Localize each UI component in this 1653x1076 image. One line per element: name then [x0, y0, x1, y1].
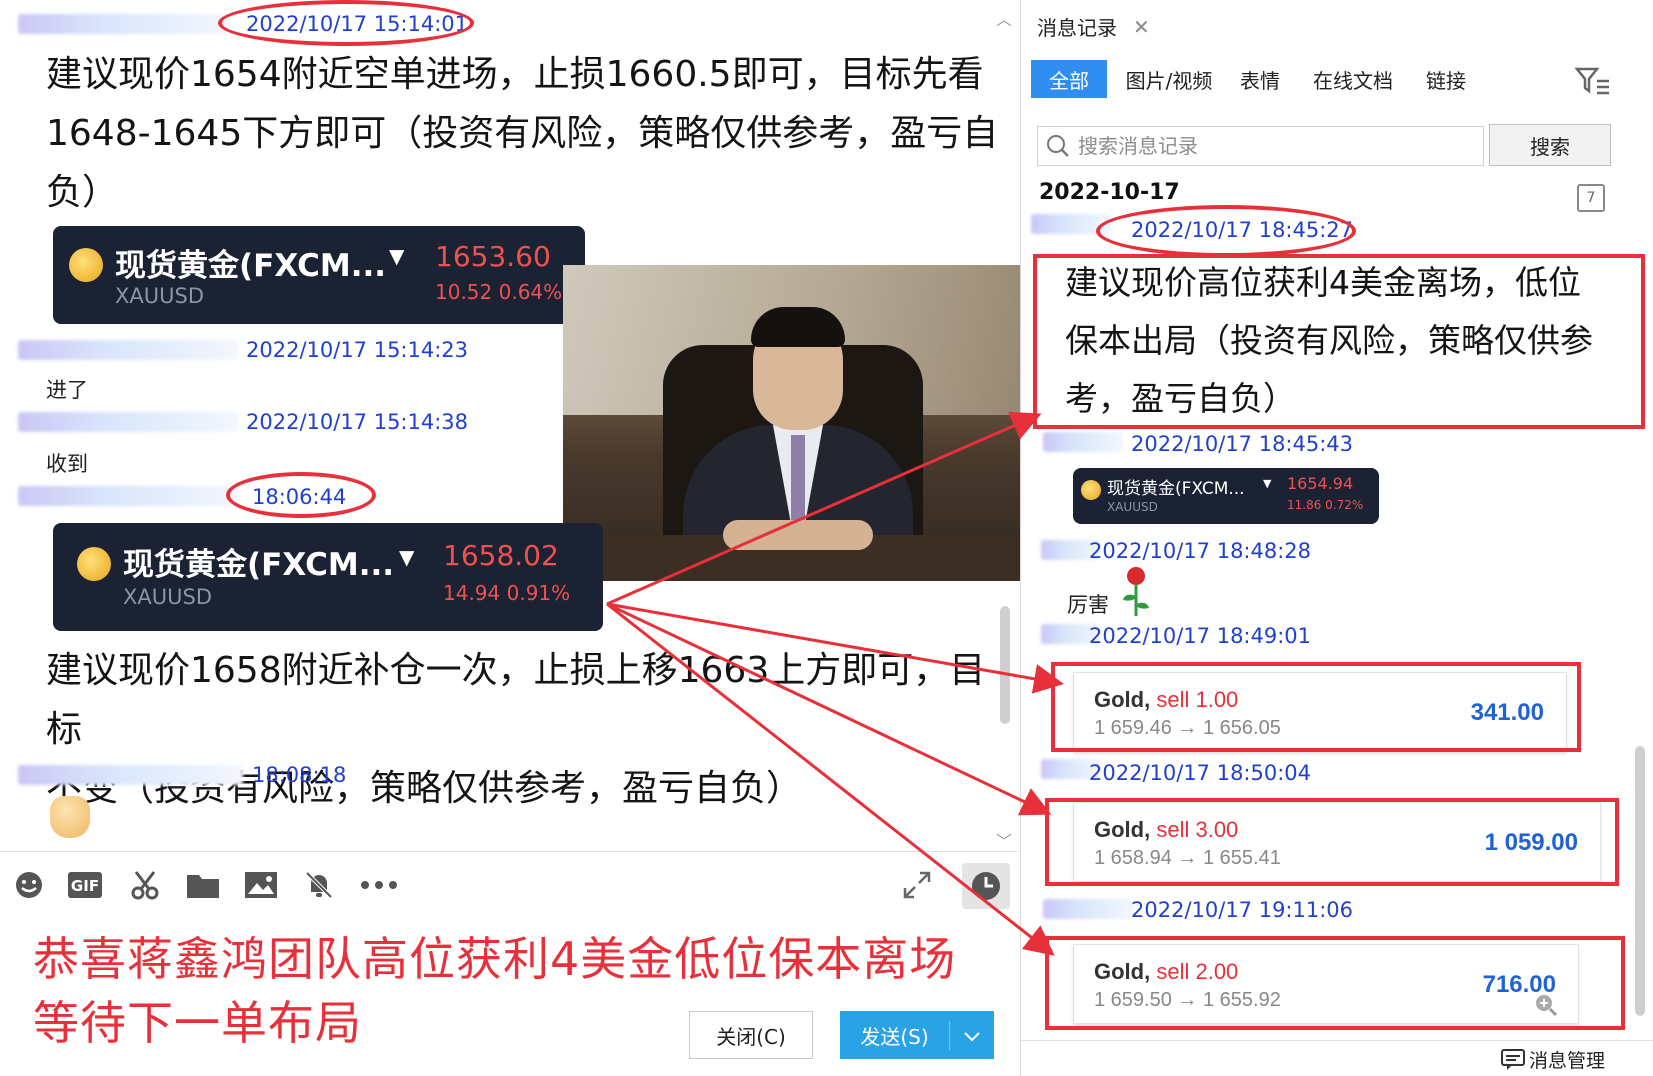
close-icon[interactable]: ✕	[1133, 15, 1150, 39]
message-text: 建议现价1654附近空单进场，止损1660.5即可，目标先看 1648-1645…	[46, 54, 999, 213]
promo-text: 恭喜蒋鑫鸿团队高位获利4美金低位保本离场	[33, 932, 957, 986]
quote-card[interactable]: 现货黄金(FXCM... ▼ XAUUSD 1654.94 11.86 0.72…	[1073, 468, 1379, 524]
svg-text:GIF: GIF	[71, 877, 99, 895]
quote-price: 1658.02	[443, 539, 559, 572]
sender-name-blurred	[18, 412, 238, 432]
sender-name-blurred	[1043, 432, 1123, 452]
more-icon[interactable]	[358, 868, 400, 902]
quote-symbol: XAUUSD	[1107, 500, 1158, 514]
gold-coin-icon	[1081, 480, 1101, 500]
tab-docs[interactable]: 在线文档	[1305, 60, 1401, 98]
quote-symbol: XAUUSD	[123, 585, 212, 609]
quote-name: 现货黄金(FXCM...	[123, 547, 395, 583]
message-text: 进了	[46, 378, 88, 402]
history-timestamp: 2022/10/17 18:48:28	[1089, 539, 1312, 563]
caret-down-icon: ▼	[1263, 477, 1272, 490]
bell-off-icon[interactable]	[302, 868, 336, 902]
calendar-icon[interactable]: 7	[1577, 184, 1605, 212]
quote-change: 14.94 0.91%	[443, 581, 571, 605]
chat-scrollbar[interactable]	[1000, 606, 1010, 724]
message-timestamp: 2022/10/17 15:14:23	[246, 338, 469, 362]
message-timestamp: 18:08:18	[252, 763, 347, 787]
chevron-down-icon[interactable]: ﹀	[996, 828, 1012, 852]
search-button[interactable]: 搜索	[1489, 124, 1611, 166]
send-button[interactable]: 发送(S)	[840, 1011, 994, 1059]
photo-image	[563, 265, 1041, 581]
quote-card[interactable]: 现货黄金(FXCM... ▼ XAUUSD 1658.02 14.94 0.91…	[53, 523, 603, 631]
message-text: 建议现价1658附近补仓一次，止损上移1663上方即可，目标 不变（投资有风险，…	[46, 650, 986, 809]
folder-icon[interactable]	[186, 868, 220, 902]
close-button[interactable]: 关闭(C)	[689, 1011, 813, 1059]
tab-links[interactable]: 链接	[1419, 60, 1473, 98]
chevron-down-icon[interactable]	[950, 1023, 994, 1047]
message-text: 收到	[46, 452, 88, 476]
sender-name-blurred	[18, 340, 238, 360]
panel-footer-divider	[1021, 1040, 1653, 1041]
promo-text: 等待下一单布局	[33, 996, 362, 1050]
ok-hand-emoji	[50, 796, 90, 838]
quote-card[interactable]: 现货黄金(FXCM... ▼ XAUUSD 1653.60 10.52 0.64…	[53, 226, 585, 324]
history-date: 2022-10-17	[1039, 180, 1180, 205]
message-manager-link[interactable]: 消息管理	[1501, 1046, 1605, 1073]
tab-stickers[interactable]: 表情	[1233, 60, 1287, 98]
highlight-ellipse	[218, 0, 474, 46]
caret-down-icon: ▼	[389, 244, 405, 268]
chevron-up-icon[interactable]: ︿	[996, 6, 1012, 30]
history-scrollbar[interactable]	[1635, 746, 1645, 1016]
sender-name-blurred	[18, 14, 228, 34]
highlight-box	[1045, 798, 1619, 886]
filter-icon[interactable]	[1574, 66, 1611, 96]
gold-coin-icon	[77, 547, 111, 581]
quote-change: 10.52 0.64%	[435, 280, 563, 304]
history-timestamp: 2022/10/17 18:49:01	[1089, 624, 1312, 648]
sender-name-blurred	[18, 765, 243, 785]
tab-media[interactable]: 图片/视频	[1119, 60, 1219, 98]
quote-name: 现货黄金(FXCM...	[115, 248, 387, 284]
quote-price: 1654.94	[1287, 474, 1354, 493]
history-timestamp: 2022/10/17 18:45:43	[1131, 432, 1354, 456]
gif-icon[interactable]: GIF	[68, 868, 102, 902]
highlight-box	[1051, 662, 1581, 752]
quote-name: 现货黄金(FXCM...	[1107, 479, 1245, 499]
message-timestamp: 2022/10/17 15:14:38	[246, 410, 469, 434]
tab-all[interactable]: 全部	[1031, 60, 1107, 98]
message-manager-label[interactable]: 消息管理	[1529, 1046, 1605, 1073]
scissors-icon[interactable]	[128, 868, 162, 902]
sender-name-blurred	[18, 486, 238, 506]
history-timestamp: 2022/10/17 19:11:06	[1131, 898, 1354, 922]
sender-name-blurred	[1043, 899, 1133, 919]
chat-window: 2022/10/17 15:14:01 建议现价1654附近空单进场，止损166…	[0, 0, 1041, 1076]
chat-bubble-icon	[1501, 1048, 1525, 1070]
history-timestamp: 2022/10/17 18:50:04	[1089, 761, 1312, 785]
caret-down-icon: ▼	[399, 545, 415, 569]
input-divider	[0, 851, 1020, 852]
quote-symbol: XAUUSD	[115, 284, 204, 308]
search-field[interactable]	[1037, 126, 1484, 166]
gold-coin-icon	[69, 248, 103, 282]
search-icon	[1038, 126, 1078, 166]
expand-icon[interactable]	[900, 868, 934, 902]
quote-price: 1653.60	[435, 240, 551, 273]
history-clock-icon[interactable]	[962, 863, 1010, 909]
message-history-panel: 消息记录 ✕ 全部 图片/视频 表情 在线文档 链接 搜索 2022-10-17…	[1020, 0, 1653, 1076]
history-message-text: 建议现价高位获利4美金离场，低位 保本出局（投资有风险，策略仅供参 考，盈亏自负…	[1065, 263, 1593, 418]
smile-icon[interactable]	[12, 868, 46, 902]
rose-emoji	[1121, 566, 1151, 618]
highlight-box	[1045, 936, 1625, 1030]
panel-title: 消息记录	[1037, 16, 1117, 40]
highlight-ellipse	[1096, 205, 1356, 257]
search-input[interactable]	[1078, 134, 1468, 158]
highlight-ellipse	[226, 472, 376, 518]
image-icon[interactable]	[244, 868, 278, 902]
history-message-text: 厉害	[1067, 593, 1109, 617]
send-button-label[interactable]: 发送(S)	[840, 1020, 950, 1050]
quote-change: 11.86 0.72%	[1287, 498, 1364, 512]
